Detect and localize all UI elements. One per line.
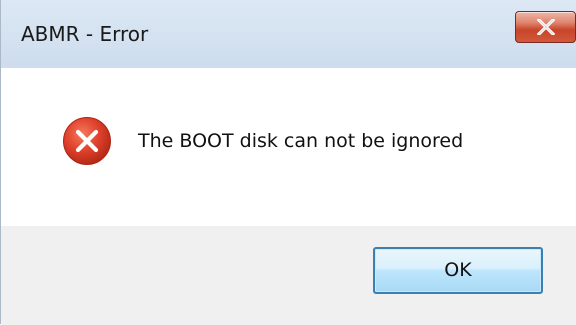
close-button[interactable] [515, 11, 576, 43]
button-bar: OK [1, 226, 576, 325]
error-message: The BOOT disk can not be ignored [138, 130, 464, 152]
message-area: The BOOT disk can not be ignored [1, 68, 576, 226]
close-x-icon [537, 19, 555, 35]
dialog-content: The BOOT disk can not be ignored OK [1, 68, 576, 325]
error-dialog: ABMR - Error The BOOT disk can not be ig… [0, 0, 576, 325]
ok-button[interactable]: OK [373, 247, 543, 294]
error-icon [63, 117, 111, 165]
title-bar[interactable]: ABMR - Error [1, 0, 576, 68]
window-title: ABMR - Error [21, 22, 149, 46]
